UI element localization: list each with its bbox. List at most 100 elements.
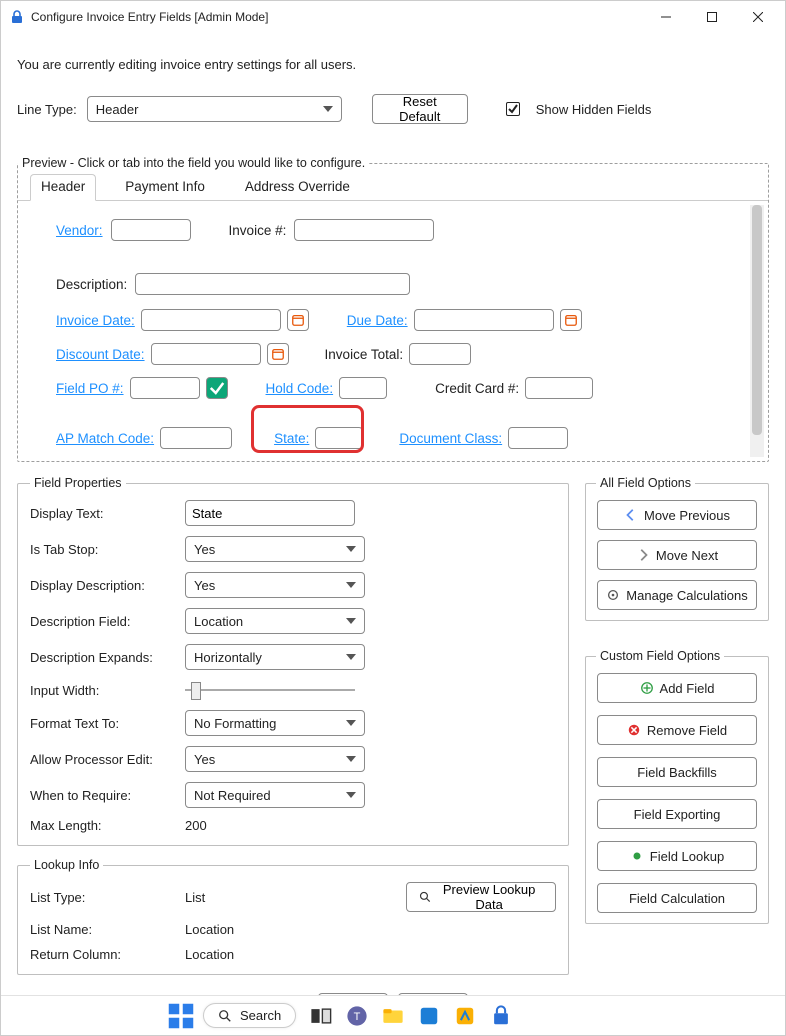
istabstop-label: Is Tab Stop: (30, 542, 185, 557)
fieldpo-label[interactable]: Field PO #: (56, 381, 124, 396)
creditcard-label: Credit Card #: (435, 381, 519, 396)
invoiceno-label: Invoice #: (229, 223, 287, 238)
taskbar: Search T (1, 995, 785, 1035)
custom-field-options-group: Custom Field Options Add Field Remove Fi… (585, 649, 769, 924)
field-lookup-button[interactable]: Field Lookup (597, 841, 757, 871)
descexpands-select[interactable]: Horizontally (185, 644, 365, 670)
linetype-value: Header (96, 102, 139, 117)
taskbar-app2-icon[interactable] (454, 1005, 476, 1027)
description-label: Description: (56, 277, 127, 292)
invoiceno-input[interactable] (294, 219, 434, 241)
discountdate-label[interactable]: Discount Date: (56, 347, 145, 362)
add-field-button[interactable]: Add Field (597, 673, 757, 703)
apmatch-input[interactable] (160, 427, 232, 449)
custom-field-options-legend: Custom Field Options (596, 649, 724, 663)
displaytext-input[interactable] (185, 500, 355, 526)
chevron-down-icon (346, 618, 356, 624)
titlebar: Configure Invoice Entry Fields [Admin Mo… (1, 1, 785, 33)
listname-label: List Name: (30, 922, 185, 937)
maximize-button[interactable] (689, 1, 735, 33)
show-hidden-checkbox[interactable] (506, 102, 520, 116)
preview-body: Vendor: Invoice #: Description: Invoice … (18, 201, 768, 461)
lock-icon (9, 9, 25, 25)
discountdate-calendar-icon[interactable] (267, 343, 289, 365)
maxlen-value: 200 (185, 818, 365, 833)
duedate-input[interactable] (414, 309, 554, 331)
creditcard-input[interactable] (525, 377, 593, 399)
reset-default-button[interactable]: Reset Default (372, 94, 468, 124)
taskbar-teams-icon[interactable]: T (346, 1005, 368, 1027)
all-field-options-group: All Field Options Move Previous Move Nex… (585, 476, 769, 621)
lookup-info-legend: Lookup Info (30, 858, 103, 872)
preview-scrollbar[interactable] (750, 205, 764, 457)
allowproc-label: Allow Processor Edit: (30, 752, 185, 767)
chevron-down-icon (346, 720, 356, 726)
show-hidden-label: Show Hidden Fields (536, 102, 652, 117)
preview-tabs: Header Payment Info Address Override (18, 170, 768, 201)
allowproc-select[interactable]: Yes (185, 746, 365, 772)
preview-legend: Preview - Click or tab into the field yo… (18, 156, 369, 170)
taskbar-taskview-icon[interactable] (310, 1005, 332, 1027)
invoicedate-calendar-icon[interactable] (287, 309, 309, 331)
taskbar-search-label: Search (240, 1008, 281, 1023)
returncol-value: Location (185, 947, 406, 962)
returncol-label: Return Column: (30, 947, 185, 962)
minimize-button[interactable] (643, 1, 689, 33)
vendor-input[interactable] (111, 219, 191, 241)
istabstop-select[interactable]: Yes (185, 536, 365, 562)
descexpands-label: Description Expands: (30, 650, 185, 665)
fieldpo-input[interactable] (130, 377, 200, 399)
holdcode-input[interactable] (339, 377, 387, 399)
tab-payment-info[interactable]: Payment Info (114, 174, 216, 200)
apmatch-label[interactable]: AP Match Code: (56, 431, 154, 446)
manage-calculations-button[interactable]: Manage Calculations (597, 580, 757, 610)
field-properties-legend: Field Properties (30, 476, 126, 490)
linetype-select[interactable]: Header (87, 96, 342, 122)
tab-address-override[interactable]: Address Override (234, 174, 361, 200)
lookup-info-group: Lookup Info List Type: List Preview Look… (17, 858, 569, 975)
holdcode-label[interactable]: Hold Code: (266, 381, 334, 396)
description-input[interactable] (135, 273, 410, 295)
field-exporting-button[interactable]: Field Exporting (597, 799, 757, 829)
start-button[interactable] (167, 1002, 195, 1030)
chevron-down-icon (346, 546, 356, 552)
preview-lookup-button[interactable]: Preview Lookup Data (406, 882, 556, 912)
linetype-label: Line Type: (17, 102, 77, 117)
field-calculation-button[interactable]: Field Calculation (597, 883, 757, 913)
field-properties-group: Field Properties Display Text: Is Tab St… (17, 476, 569, 846)
inputwidth-slider[interactable] (185, 680, 355, 700)
invoicetotal-label: Invoice Total: (325, 347, 404, 362)
displaydesc-select[interactable]: Yes (185, 572, 365, 598)
taskbar-app1-icon[interactable] (418, 1005, 440, 1027)
tab-header[interactable]: Header (30, 174, 96, 201)
vendor-label[interactable]: Vendor: (56, 223, 103, 238)
field-backfills-button[interactable]: Field Backfills (597, 757, 757, 787)
invoicedate-label[interactable]: Invoice Date: (56, 313, 135, 328)
move-previous-button[interactable]: Move Previous (597, 500, 757, 530)
invoicetotal-input[interactable] (409, 343, 471, 365)
docclass-input[interactable] (508, 427, 568, 449)
fieldpo-check-icon[interactable] (206, 377, 228, 399)
formattext-select[interactable]: No Formatting (185, 710, 365, 736)
intro-text: You are currently editing invoice entry … (17, 57, 769, 72)
taskbar-search[interactable]: Search (203, 1003, 296, 1028)
chevron-down-icon (346, 654, 356, 660)
duedate-calendar-icon[interactable] (560, 309, 582, 331)
docclass-label[interactable]: Document Class: (399, 431, 502, 446)
listtype-value: List (185, 890, 406, 905)
remove-field-button[interactable]: Remove Field (597, 715, 757, 745)
window-title: Configure Invoice Entry Fields [Admin Mo… (31, 10, 268, 24)
taskbar-explorer-icon[interactable] (382, 1005, 404, 1027)
state-highlight (251, 405, 364, 453)
discountdate-input[interactable] (151, 343, 261, 365)
invoicedate-input[interactable] (141, 309, 281, 331)
close-button[interactable] (735, 1, 781, 33)
taskbar-app3-icon[interactable] (490, 1005, 512, 1027)
duedate-label[interactable]: Due Date: (347, 313, 408, 328)
descfield-select[interactable]: Location (185, 608, 365, 634)
formattext-label: Format Text To: (30, 716, 185, 731)
chevron-down-icon (346, 792, 356, 798)
move-next-button[interactable]: Move Next (597, 540, 757, 570)
whenreq-select[interactable]: Not Required (185, 782, 365, 808)
app-window: Configure Invoice Entry Fields [Admin Mo… (0, 0, 786, 1036)
